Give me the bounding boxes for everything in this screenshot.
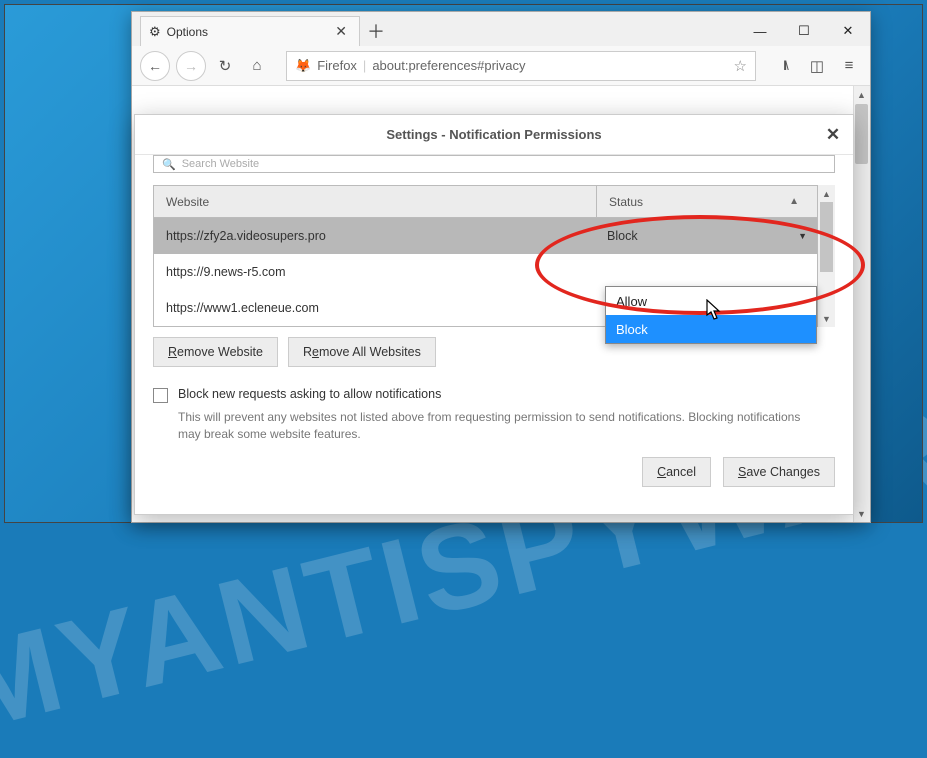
firefox-window: ⚙ Options ✕ ＋ — ☐ ✕ ← → ↻ ⌂ 🦊 Firefox | … <box>131 11 871 523</box>
nav-toolbar: ← → ↻ ⌂ 🦊 Firefox | about:preferences#pr… <box>132 46 870 86</box>
cell-website: https://9.news-r5.com <box>154 265 597 279</box>
dropdown-option-label: Block <box>616 322 648 337</box>
menu-icon[interactable]: ≡ <box>836 51 862 81</box>
table-header-row: Website Status ▲ <box>154 186 817 218</box>
cell-website: https://www1.ecleneue.com <box>154 301 597 315</box>
firefox-icon: 🦊 <box>295 58 311 74</box>
dropdown-option-block[interactable]: Block <box>606 315 816 343</box>
sort-arrow-icon: ▲ <box>789 196 799 207</box>
table-row[interactable]: https://9.news-r5.com <box>154 254 817 290</box>
home-button[interactable]: ⌂ <box>244 51 270 81</box>
block-new-requests-checkbox[interactable] <box>153 388 168 403</box>
cell-website: https://zfy2a.videosupers.pro <box>154 229 597 243</box>
search-website-input[interactable]: 🔍 Search Website <box>153 155 835 173</box>
status-dropdown[interactable]: Block ▼ <box>597 229 817 243</box>
remove-all-websites-button[interactable]: Remove All Websites <box>288 337 436 367</box>
tab-options[interactable]: ⚙ Options ✕ <box>140 16 360 46</box>
scroll-down-arrow-icon[interactable]: ▼ <box>818 310 835 327</box>
block-new-requests-row: Block new requests asking to allow notif… <box>153 387 835 403</box>
url-separator: | <box>363 58 366 73</box>
save-changes-button[interactable]: Save Changes <box>723 457 835 487</box>
window-close-button[interactable]: ✕ <box>826 16 870 46</box>
scroll-down-arrow-icon[interactable]: ▼ <box>853 505 870 522</box>
tab-close-button[interactable]: ✕ <box>331 23 351 40</box>
dialog-footer: Cancel Save Changes <box>153 443 835 487</box>
sidebar-icon[interactable]: ◫ <box>804 51 830 81</box>
notification-permissions-dialog: Settings - Notification Permissions ✕ 🔍 … <box>134 114 854 515</box>
url-text: about:preferences#privacy <box>372 58 727 73</box>
library-icon[interactable]: ll\ <box>772 51 798 81</box>
column-header-website-label: Website <box>166 195 209 209</box>
table-scrollbar-track[interactable]: ▲ ▼ <box>818 185 835 327</box>
dropdown-option-label: Allow <box>616 294 647 309</box>
table-body: https://zfy2a.videosupers.pro Block ▼ ht… <box>154 218 817 326</box>
block-new-requests-help: This will prevent any websites not liste… <box>178 409 818 443</box>
status-value: Block <box>607 229 638 243</box>
dialog-close-button[interactable]: ✕ <box>819 121 847 149</box>
cancel-button[interactable]: Cancel <box>642 457 711 487</box>
chevron-down-icon: ▼ <box>798 231 807 241</box>
scroll-up-arrow-icon[interactable]: ▲ <box>853 86 870 103</box>
browser-body: ▲ ▼ Settings - Notification Permissions … <box>132 86 870 522</box>
dialog-title: Settings - Notification Permissions <box>386 127 601 142</box>
address-bar[interactable]: 🦊 Firefox | about:preferences#privacy ☆ <box>286 51 756 81</box>
permissions-table: Website Status ▲ https://zfy2a.videosupe… <box>153 185 818 327</box>
table-row[interactable]: https://zfy2a.videosupers.pro Block ▼ <box>154 218 817 254</box>
table-scrollbar-thumb[interactable] <box>820 202 833 272</box>
column-header-website[interactable]: Website <box>154 186 597 217</box>
tab-title: Options <box>167 25 208 39</box>
search-icon: 🔍 <box>162 158 176 171</box>
dialog-header: Settings - Notification Permissions ✕ <box>135 115 853 155</box>
column-header-status-label: Status <box>609 195 643 209</box>
dialog-body: 🔍 Search Website Website Status <box>135 155 853 514</box>
forward-button[interactable]: → <box>176 51 206 81</box>
desktop-background: ⚙ Options ✕ ＋ — ☐ ✕ ← → ↻ ⌂ 🦊 Firefox | … <box>4 4 923 523</box>
gear-icon: ⚙ <box>149 24 161 40</box>
column-header-status[interactable]: Status ▲ <box>597 186 817 217</box>
block-new-requests-label: Block new requests asking to allow notif… <box>178 387 441 401</box>
window-controls: — ☐ ✕ <box>738 16 870 46</box>
window-minimize-button[interactable]: — <box>738 16 782 46</box>
status-dropdown-menu: Allow Block <box>605 286 817 344</box>
tab-strip: ⚙ Options ✕ ＋ — ☐ ✕ <box>132 12 870 46</box>
page-scrollbar-thumb[interactable] <box>855 104 868 164</box>
remove-website-button[interactable]: Remove Website <box>153 337 278 367</box>
search-placeholder: Search Website <box>182 158 259 170</box>
page-scrollbar-track[interactable]: ▲ ▼ <box>853 86 870 522</box>
url-scheme-label: Firefox <box>317 58 357 73</box>
dropdown-option-allow[interactable]: Allow <box>606 287 816 315</box>
window-maximize-button[interactable]: ☐ <box>782 16 826 46</box>
bookmark-star-icon[interactable]: ☆ <box>734 57 747 75</box>
back-button[interactable]: ← <box>140 51 170 81</box>
reload-button[interactable]: ↻ <box>212 51 238 81</box>
scroll-up-arrow-icon[interactable]: ▲ <box>818 185 835 202</box>
new-tab-button[interactable]: ＋ <box>360 16 392 46</box>
